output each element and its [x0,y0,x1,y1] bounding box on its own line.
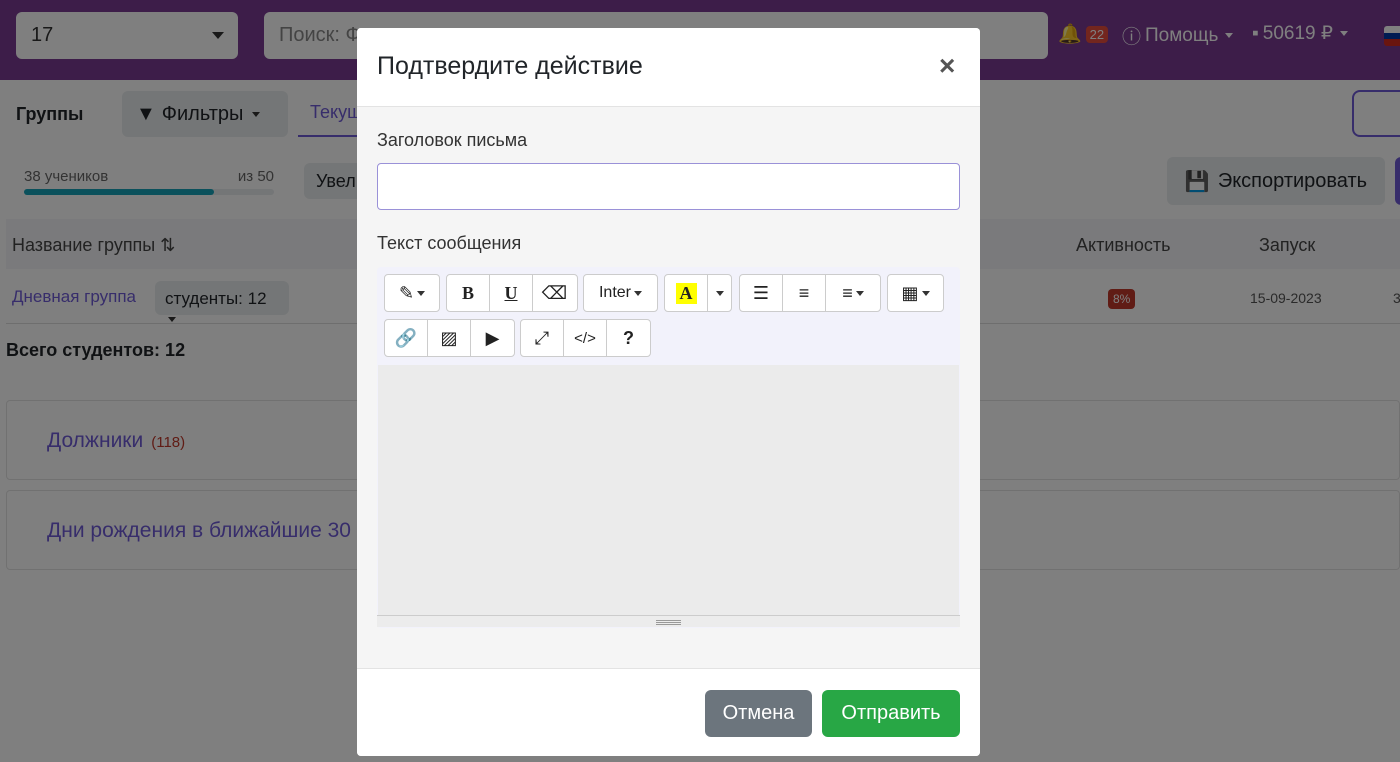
close-icon[interactable]: × [939,50,955,82]
link-icon: 🔗 [394,327,418,348]
modal-title: Подтвердите действие [377,52,643,80]
bold-button[interactable]: B [447,275,490,311]
fullscreen-button[interactable]: ⤢ [521,320,564,356]
magic-style-button[interactable]: ✎ [385,275,439,311]
code-icon: </> [574,329,596,347]
video-button[interactable]: ▶ [471,320,514,356]
table-button[interactable]: ▦ [888,275,943,311]
editor-content-area[interactable] [378,365,959,615]
insert-group: 🔗 ▨ ▶ [384,319,515,357]
bullet-list-button[interactable]: ☰ [740,275,783,311]
ordered-list-button[interactable]: ≡ [783,275,826,311]
list-ul-icon: ☰ [752,282,770,303]
color-a-icon: A [675,282,697,304]
modal-footer: Отмена Отправить [357,668,980,756]
image-icon: ▨ [440,327,458,348]
clear-format-button[interactable]: ⌫ [533,275,576,311]
rich-text-editor: ✎ B U ⌫ Inter A ☰ ≡ ≡ ▦ 🔗 ▨ ▶ ⤢ </> ? [377,267,960,628]
confirm-modal: Подтвердите действие × Заголовок письма … [357,28,980,756]
code-view-button[interactable]: </> [564,320,607,356]
list-ol-icon: ≡ [798,282,810,303]
font-name-dropdown[interactable]: Inter [584,275,657,311]
help-button[interactable]: ? [607,320,650,356]
align-button[interactable]: ≡ [826,275,880,311]
eraser-icon: ⌫ [541,282,568,303]
format-group: B U ⌫ [446,274,578,312]
link-button[interactable]: 🔗 [385,320,428,356]
question-icon: ? [623,327,634,348]
text-color-button[interactable]: A [665,275,708,311]
font-group: Inter [583,274,658,312]
color-dropdown-button[interactable] [708,275,731,311]
submit-button[interactable]: Отправить [822,690,960,737]
subject-label: Заголовок письма [377,130,528,150]
subject-input[interactable] [377,163,960,210]
color-group: A [664,274,732,312]
view-group: ⤢ </> ? [520,319,651,357]
table-icon: ▦ [901,282,919,303]
underline-icon: U [504,282,518,303]
modal-header: Подтвердите действие × [357,28,980,107]
editor-resize-handle[interactable] [377,615,960,627]
align-left-icon: ≡ [842,282,853,303]
underline-button[interactable]: U [490,275,533,311]
message-label: Текст сообщения [377,233,522,253]
expand-icon: ⤢ [534,327,550,348]
bold-icon: B [461,282,474,303]
table-group: ▦ [887,274,944,312]
video-icon: ▶ [485,327,500,348]
style-group: ✎ [384,274,440,312]
magic-wand-icon: ✎ [398,282,415,303]
paragraph-group: ☰ ≡ ≡ [739,274,881,312]
cancel-button[interactable]: Отмена [705,690,812,737]
image-button[interactable]: ▨ [428,320,471,356]
